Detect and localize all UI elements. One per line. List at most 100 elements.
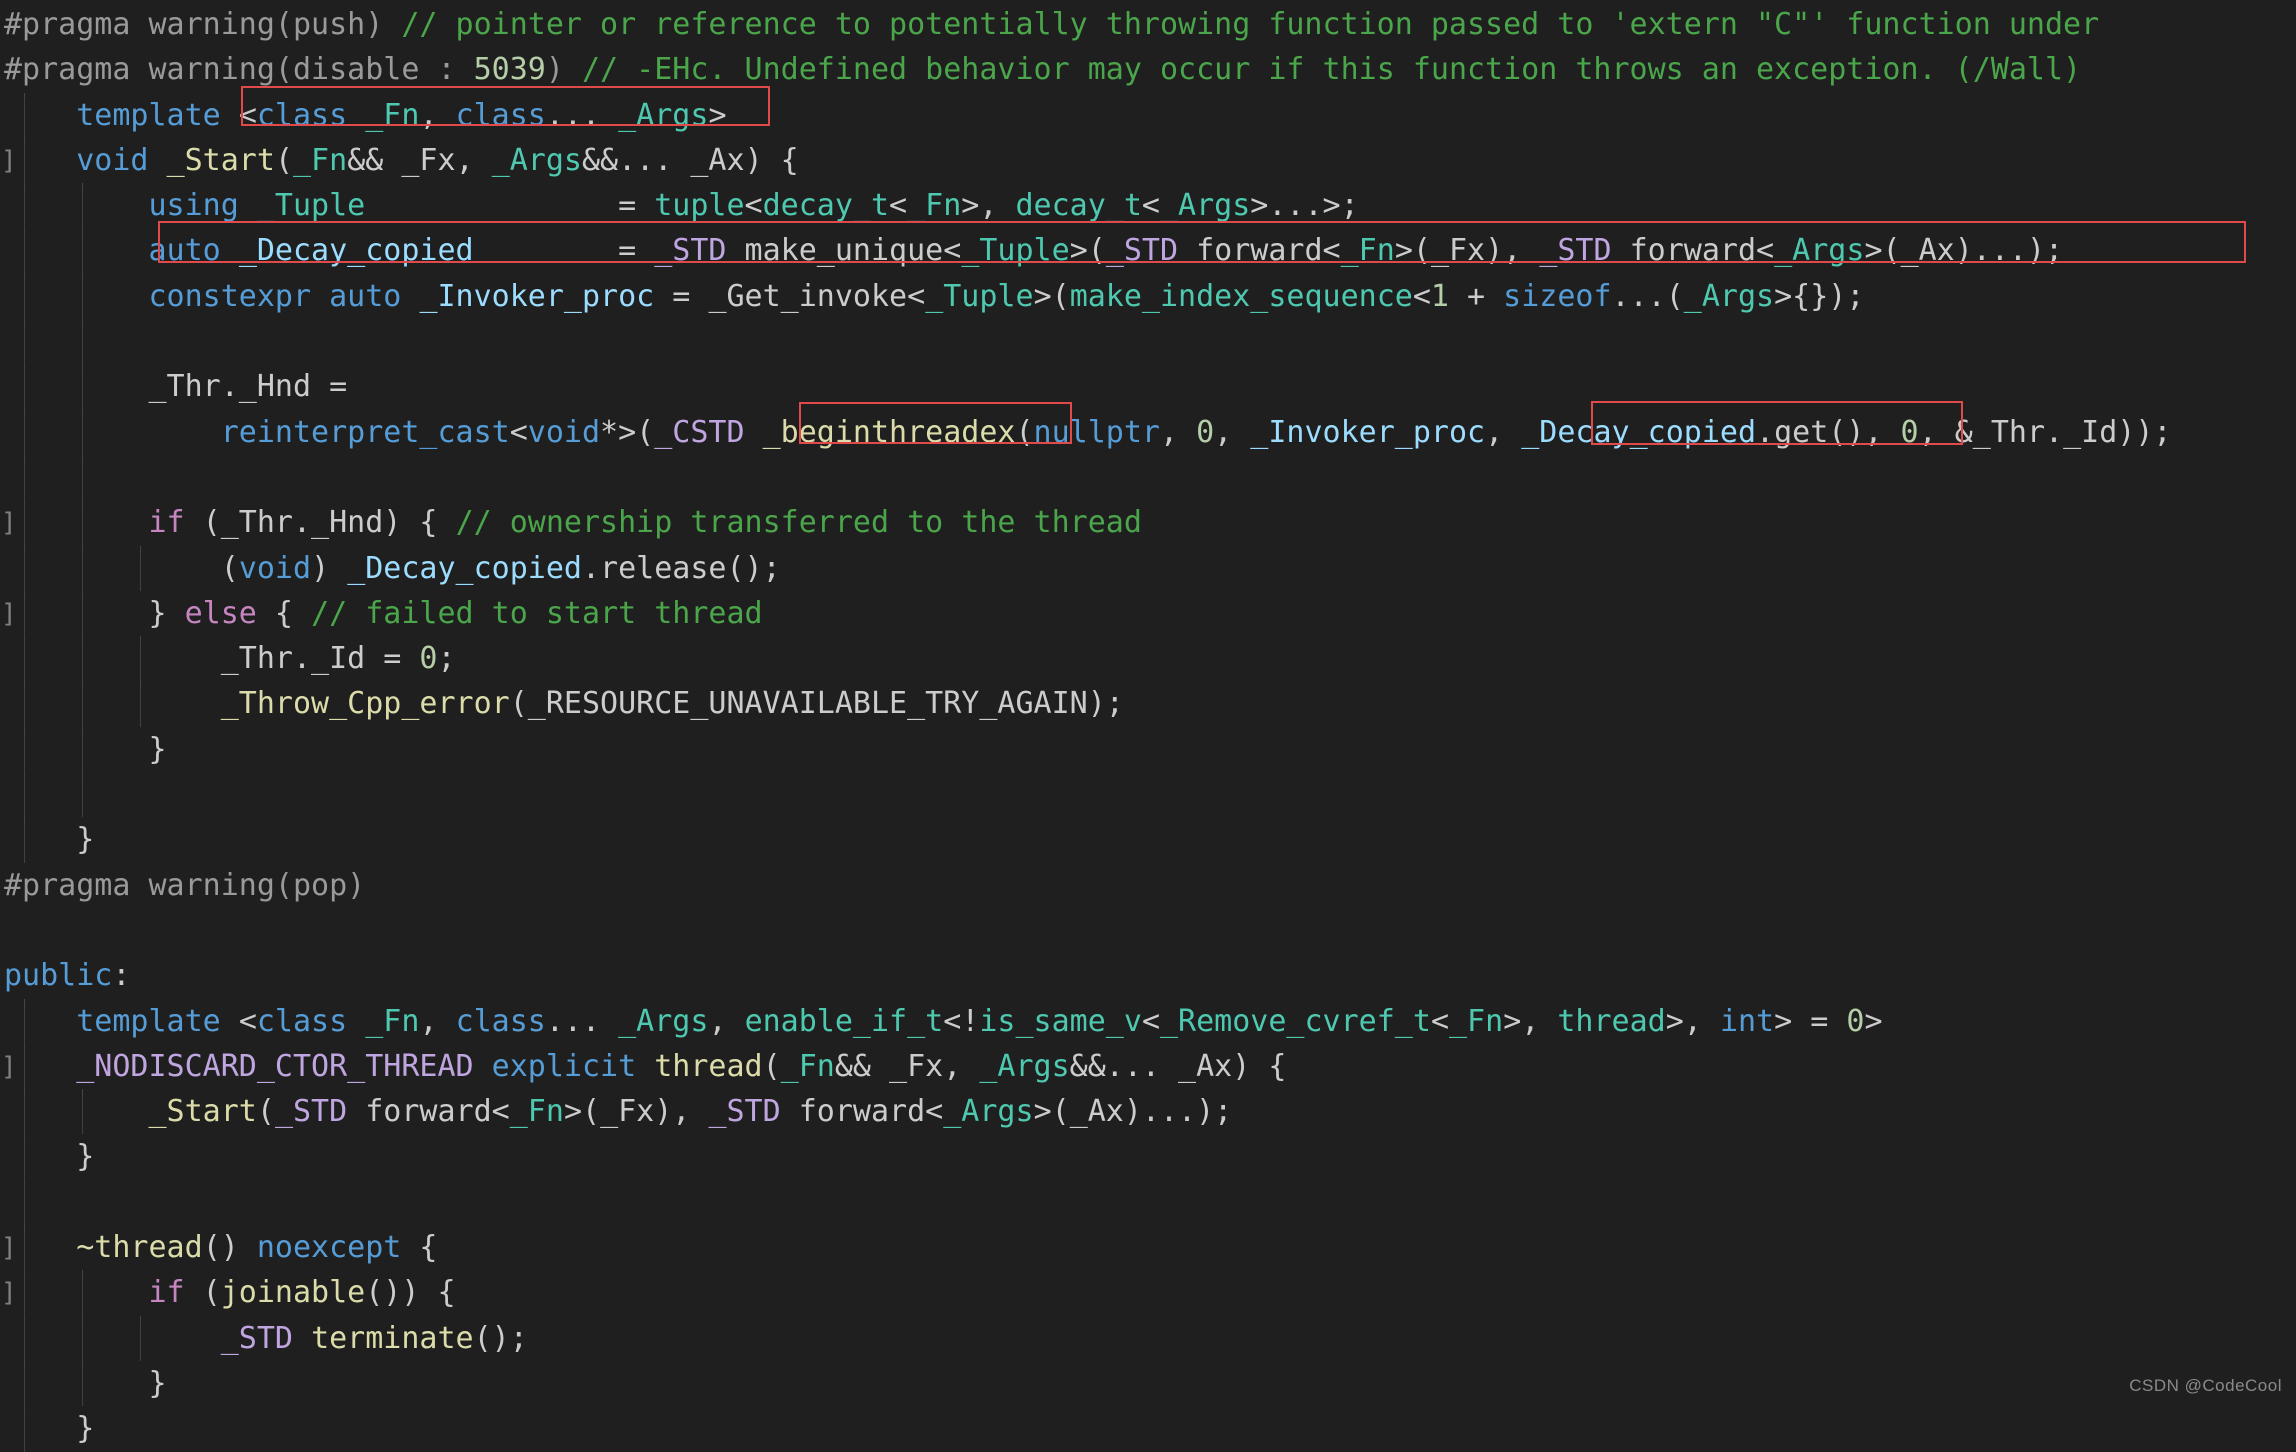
code-line[interactable]: _STD terminate(); (0, 1315, 2296, 1361)
code-line[interactable]: } (0, 817, 2296, 863)
code-token-plain: )...); (1123, 1094, 1233, 1130)
code-line[interactable]: reinterpret_cast<void*>(_CSTD _beginthre… (0, 409, 2296, 455)
code-token-macro: _STD (654, 233, 727, 269)
code-token-plain: ; (437, 641, 456, 677)
code-token-kw: explicit (491, 1048, 637, 1084)
code-line[interactable]: } (0, 1360, 2296, 1407)
code-line-text: } else { // failed to start thread (0, 591, 762, 636)
code-line-text: #pragma warning(pop) (0, 863, 365, 908)
code-line[interactable] (0, 772, 2296, 818)
code-line[interactable]: template <class _Fn, class... _Args, ena… (0, 998, 2296, 1044)
code-line[interactable]: _Thr._Hnd = (0, 364, 2296, 410)
code-token-type: _Fn (780, 1048, 835, 1084)
code-token-plain: forward< (780, 1094, 944, 1130)
code-token-type: _Args (979, 1048, 1070, 1084)
code-token-plain: , (455, 142, 492, 178)
code-line[interactable]: } (0, 1134, 2296, 1180)
code-line[interactable]: _Throw_Cpp_error(_RESOURCE_UNAVAILABLE_T… (0, 681, 2296, 727)
code-line[interactable]: using _Tuple = tuple<decay_t<_Fn>, decay… (0, 183, 2296, 229)
code-token-kw: noexcept (256, 1230, 402, 1266)
code-line[interactable]: ] if (joinable()) { (0, 1270, 2296, 1316)
code-token-plain: , &_Thr._Id)); (1918, 414, 2172, 450)
code-token-type: decay_t (762, 188, 890, 224)
code-line-text: _STD terminate(); (0, 1316, 528, 1361)
code-token-plain: ), (1485, 233, 1540, 269)
code-token-plain: &&... (582, 142, 691, 178)
code-editor-view[interactable]: #pragma warning(push) // pointer or refe… (0, 0, 2296, 1452)
code-line-text: } (0, 1134, 94, 1179)
code-token-plain: ) { (744, 142, 799, 178)
code-token-plain: && (834, 1048, 890, 1084)
code-token-type: _Args (1159, 188, 1251, 224)
code-line-text: #pragma warning(disable : 5039) // -EHc.… (0, 47, 2081, 92)
code-token-plain: < (238, 97, 257, 133)
code-token-plain: <! (943, 1003, 980, 1039)
code-line[interactable]: auto _Decay_copied = _STD make_unique<_T… (0, 228, 2296, 274)
code-token-dim: #pragma warning(disable : (4, 52, 474, 88)
code-token-num: 0 (1196, 414, 1215, 450)
code-token-type: _Args (491, 142, 582, 178)
code-token-plain: , (708, 1003, 745, 1039)
code-token-plain: < (509, 414, 528, 450)
code-line[interactable]: template <class _Fn, class... _Args> (0, 92, 2296, 138)
code-line[interactable]: #pragma warning(disable : 5039) // -EHc.… (0, 47, 2296, 92)
code-token-num: 0 (419, 641, 438, 677)
code-token-kw: class (455, 97, 546, 133)
code-line[interactable]: ] } else { // failed to start thread (0, 590, 2296, 637)
code-token-type: _Fn (365, 1003, 420, 1039)
code-token-plain: = (365, 188, 655, 224)
code-token-plain: ) { (1232, 1048, 1287, 1084)
code-line[interactable]: ] if (_Thr._Hnd) { // ownership transfer… (0, 500, 2296, 546)
code-line-text: auto _Decay_copied = _STD make_unique<_T… (0, 228, 2064, 273)
code-line[interactable]: } (0, 1406, 2296, 1452)
code-token-plain: _Fx (1430, 233, 1486, 269)
code-token-type: _Fn (1340, 233, 1395, 269)
code-line[interactable] (0, 319, 2296, 365)
code-token-plain: ( (1015, 414, 1034, 450)
code-line-text: template <class _Fn, class... _Args, ena… (0, 999, 1882, 1044)
code-line[interactable]: #pragma warning(push) // pointer or refe… (0, 2, 2296, 47)
code-token-dim: ) (545, 52, 582, 88)
code-line[interactable] (0, 1179, 2296, 1226)
code-line[interactable]: _Start(_STD forward<_Fn>(_Fx), _STD forw… (0, 1089, 2296, 1135)
code-line[interactable]: } (0, 726, 2296, 773)
code-line-text: reinterpret_cast<void*>(_CSTD _beginthre… (0, 410, 2172, 455)
code-token-cmt: // -EHc. Undefined behavior may occur if… (581, 52, 2082, 88)
code-line[interactable]: ] ~thread() noexcept { (0, 1225, 2296, 1271)
code-token-plain: >( (1033, 1094, 1070, 1130)
code-token-kw: void (76, 142, 149, 178)
code-token-fn: terminate (311, 1320, 474, 1356)
code-line[interactable]: _Thr._Id = 0; (0, 636, 2296, 682)
code-token-type: _Tuple (925, 278, 1034, 314)
code-token-plain: _Fx (401, 142, 456, 178)
code-line[interactable] (0, 454, 2296, 501)
code-line-text: _Thr._Id = 0; (0, 636, 456, 681)
code-token-kw: class (455, 1003, 546, 1039)
code-line[interactable]: ] _NODISCARD_CTOR_THREAD explicit thread… (0, 1043, 2296, 1090)
code-token-plain: ( (762, 1048, 781, 1084)
code-token-var: _Decay_copied (347, 550, 582, 586)
code-token-kw: void (527, 414, 601, 450)
code-token-plain: = (473, 233, 655, 269)
code-token-type: is_same_v (979, 1003, 1142, 1039)
code-line[interactable] (0, 908, 2296, 953)
code-token-plain: ( (4, 550, 239, 586)
code-token-var: _Decay_copied (238, 233, 474, 269)
code-token-plain: < (744, 188, 763, 224)
code-line[interactable]: public: (0, 953, 2296, 998)
code-line[interactable]: #pragma warning(pop) (0, 863, 2296, 908)
code-line[interactable]: constexpr auto _Invoker_proc = _Get_invo… (0, 273, 2296, 320)
code-token-type: _Args (943, 1094, 1034, 1130)
code-line[interactable]: (void) _Decay_copied.release(); (0, 545, 2296, 591)
code-line[interactable]: ] void _Start(_Fn&& _Fx, _Args&&... _Ax)… (0, 137, 2296, 184)
